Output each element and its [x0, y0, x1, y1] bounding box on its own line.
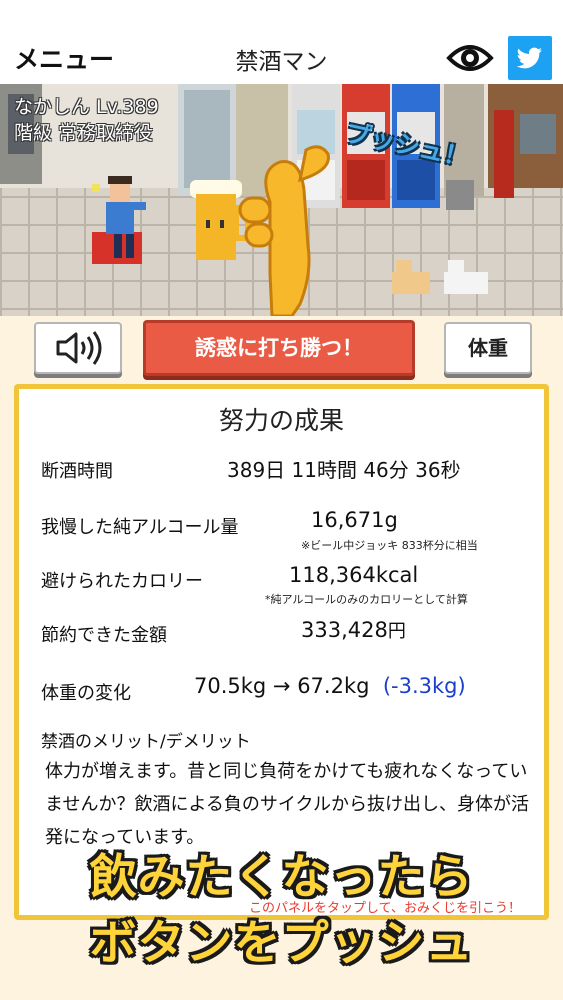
temptation-button[interactable]: 誘惑に打ち勝つ！: [143, 320, 415, 376]
merit-title: 禁酒のメリット/デメリット: [41, 732, 251, 752]
calories-label: 避けられたカロリー: [41, 571, 203, 592]
caption-line-2: ボタンをプッシュ: [89, 916, 474, 971]
money-value-group: 333,428円: [301, 617, 406, 643]
calories-note: *純アルコールのみのカロリーとして計算: [265, 593, 468, 606]
weight-change-group: 70.5kg → 67.2kg (-3.3kg): [194, 674, 466, 698]
money-label: 節約できた金額: [41, 625, 167, 646]
calories-value: 118,364kcal: [289, 563, 419, 587]
money-unit: 円: [387, 621, 406, 642]
alcohol-value: 16,671g: [311, 508, 398, 532]
weight-diff: (-3.3kg): [382, 674, 466, 698]
weight-button[interactable]: 体重: [444, 322, 532, 374]
speaker-icon: [56, 331, 102, 365]
sound-toggle-button[interactable]: [34, 322, 122, 374]
cat-characters: [392, 260, 488, 294]
app-header: メニュー 禁酒マン: [0, 0, 563, 84]
beer-mug-character: [190, 180, 251, 260]
twitter-share-button[interactable]: [508, 36, 552, 80]
caption-line-1: 飲みたくなったら: [89, 850, 474, 905]
alcohol-note: ※ビール中ジョッキ 833杯分に相当: [301, 539, 478, 552]
weight-label: 体重の変化: [41, 683, 131, 704]
player-name: なかしん Lv.389: [14, 96, 159, 118]
twitter-bird-icon: [516, 47, 542, 69]
game-scene[interactable]: なかしん Lv.389 階級 常務取締役 プッシュ！: [0, 84, 563, 316]
results-title: 努力の成果: [218, 406, 344, 435]
alcohol-label: 我慢した純アルコール量: [41, 517, 239, 538]
abstinence-label: 断酒時間: [41, 461, 113, 482]
player-character: [92, 176, 146, 264]
eye-icon[interactable]: [446, 38, 494, 78]
money-value: 333,428: [301, 618, 388, 642]
player-rank: 階級 常務取締役: [14, 122, 154, 144]
weight-value: 70.5kg → 67.2kg: [194, 674, 370, 698]
abstinence-value: 389日 11時間 46分 36秒: [227, 458, 461, 482]
